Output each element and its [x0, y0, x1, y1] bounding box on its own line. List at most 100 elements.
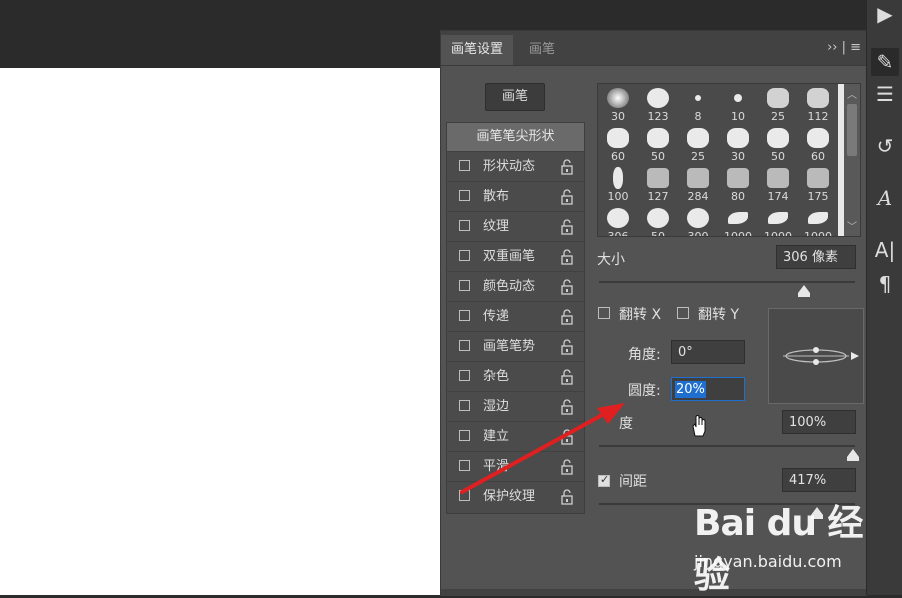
hardness-field[interactable]: 100%: [782, 410, 856, 434]
list-item-texture[interactable]: 纹理: [447, 211, 584, 241]
checkbox[interactable]: [459, 430, 470, 441]
checkbox[interactable]: [459, 280, 470, 291]
list-item-build-up[interactable]: 建立: [447, 421, 584, 451]
tab-brush-settings[interactable]: 画笔设置: [441, 35, 514, 65]
lock-icon[interactable]: [560, 488, 574, 506]
flip-x-checkbox[interactable]: [598, 307, 610, 319]
hardness-slider-handle-base: [847, 457, 859, 461]
scroll-up-icon[interactable]: ︿: [846, 86, 858, 101]
brush-tip-shape-item[interactable]: 画笔笔尖形状: [447, 123, 584, 151]
list-item-scattering[interactable]: 散布: [447, 181, 584, 211]
brush-preset[interactable]: 123: [638, 84, 678, 124]
list-item-noise[interactable]: 杂色: [447, 361, 584, 391]
checkbox[interactable]: [459, 400, 470, 411]
text-tool-icon[interactable]: A|: [871, 236, 899, 264]
size-slider-track[interactable]: [599, 281, 855, 283]
checkbox[interactable]: [459, 250, 470, 261]
brush-preset[interactable]: 300: [678, 204, 718, 237]
brush-preset[interactable]: 60: [798, 124, 838, 164]
scroll-thumb[interactable]: [847, 104, 857, 156]
brush-preset[interactable]: 80: [718, 164, 758, 204]
flip-y-checkbox[interactable]: [677, 307, 689, 319]
checkbox[interactable]: [459, 460, 470, 471]
checkbox[interactable]: [459, 370, 470, 381]
spacing-checkbox[interactable]: [598, 473, 610, 487]
checkbox[interactable]: [459, 190, 470, 201]
brushes-button[interactable]: 画笔: [485, 83, 545, 111]
tab-brushes[interactable]: 画笔: [519, 35, 565, 65]
lock-icon[interactable]: [560, 278, 574, 296]
brush-preset[interactable]: 1000: [758, 204, 798, 236]
lock-icon[interactable]: [560, 338, 574, 356]
brush-preset[interactable]: 174: [758, 164, 798, 204]
hardness-slider-handle[interactable]: [847, 449, 859, 457]
brush-preset[interactable]: 127: [638, 164, 678, 204]
lock-icon[interactable]: [560, 428, 574, 446]
brush-preset-size: 80: [731, 190, 745, 203]
lock-icon[interactable]: [560, 158, 574, 176]
brush-preset[interactable]: 100: [598, 164, 638, 204]
watermark-url: jingyan.baidu.com: [694, 552, 842, 571]
brush-angle-preview[interactable]: [768, 308, 864, 404]
lock-icon[interactable]: [560, 458, 574, 476]
character-icon[interactable]: A: [871, 184, 899, 212]
brush-preset[interactable]: 25: [758, 84, 798, 124]
brush-preset[interactable]: 10: [718, 84, 758, 124]
lock-icon[interactable]: [560, 218, 574, 236]
list-item-wet-edges[interactable]: 湿边: [447, 391, 584, 421]
hardness-slider-track[interactable]: [599, 445, 855, 447]
paragraph-icon[interactable]: ¶: [871, 270, 899, 298]
brush-tip-thumbnail: [734, 94, 742, 102]
brush-tip-thumbnail: [768, 212, 788, 224]
brush-preset[interactable]: 30: [598, 84, 638, 124]
size-field[interactable]: 306 像素: [776, 245, 856, 269]
angle-roundness-widget[interactable]: [769, 309, 863, 403]
checkbox[interactable]: [459, 160, 470, 171]
brush-preset[interactable]: 50: [638, 204, 678, 236]
brush-preset-picker[interactable]: 30 123 8 10 25 112 60 50 25 30 50 60 100 127 284 80 174 1…: [597, 83, 861, 237]
brush-preset[interactable]: 1000: [718, 204, 758, 236]
brush-preset-size: 300: [687, 230, 709, 237]
lock-icon[interactable]: [560, 308, 574, 326]
checkbox[interactable]: [459, 340, 470, 351]
angle-field[interactable]: 0°: [671, 340, 745, 364]
scroll-down-icon[interactable]: ﹀: [846, 218, 858, 233]
list-item-shape-dynamics[interactable]: 形状动态: [447, 151, 584, 181]
brush-settings-icon[interactable]: ✎: [871, 48, 899, 76]
lock-icon[interactable]: [560, 188, 574, 206]
brush-preset[interactable]: 30: [718, 124, 758, 164]
brush-preset[interactable]: 60: [598, 124, 638, 164]
lock-icon[interactable]: [560, 368, 574, 386]
brush-preset[interactable]: 175: [798, 164, 838, 204]
brush-preset[interactable]: 284: [678, 164, 718, 204]
list-item-smoothing[interactable]: 平滑: [447, 451, 584, 481]
brush-preset[interactable]: 112: [798, 84, 838, 124]
brush-preset[interactable]: 50: [638, 124, 678, 164]
brush-preset[interactable]: 25: [678, 124, 718, 164]
list-item-brush-pose[interactable]: 画笔笔势: [447, 331, 584, 361]
preset-scrollbar[interactable]: ︿ ﹀: [844, 84, 860, 236]
checkbox[interactable]: [459, 220, 470, 231]
brush-preset[interactable]: 50: [758, 124, 798, 164]
flip-y-label: 翻转 Y: [698, 307, 740, 323]
brush-preset[interactable]: 306: [598, 204, 638, 236]
brush-preset[interactable]: 8: [678, 84, 718, 124]
panel-menu-icon[interactable]: ›› | ≡: [827, 39, 861, 57]
spacing-field[interactable]: 417%: [782, 468, 856, 492]
list-item-protect-texture[interactable]: 保护纹理: [447, 481, 584, 511]
checkbox[interactable]: [459, 490, 470, 501]
roundness-field[interactable]: 20%: [671, 377, 745, 401]
history-icon[interactable]: ↺: [871, 132, 899, 160]
brush-preset[interactable]: 1000: [798, 204, 838, 236]
sliders-icon[interactable]: ☰: [871, 80, 899, 108]
brush-tip-thumbnail: [807, 88, 829, 108]
size-slider-handle[interactable]: [798, 285, 810, 293]
list-item-dual-brush[interactable]: 双重画笔: [447, 241, 584, 271]
document-canvas[interactable]: [0, 68, 440, 595]
lock-icon[interactable]: [560, 248, 574, 266]
play-icon[interactable]: ▶: [871, 0, 899, 28]
checkbox[interactable]: [459, 310, 470, 321]
lock-icon[interactable]: [560, 398, 574, 416]
list-item-transfer[interactable]: 传递: [447, 301, 584, 331]
list-item-color-dynamics[interactable]: 颜色动态: [447, 271, 584, 301]
